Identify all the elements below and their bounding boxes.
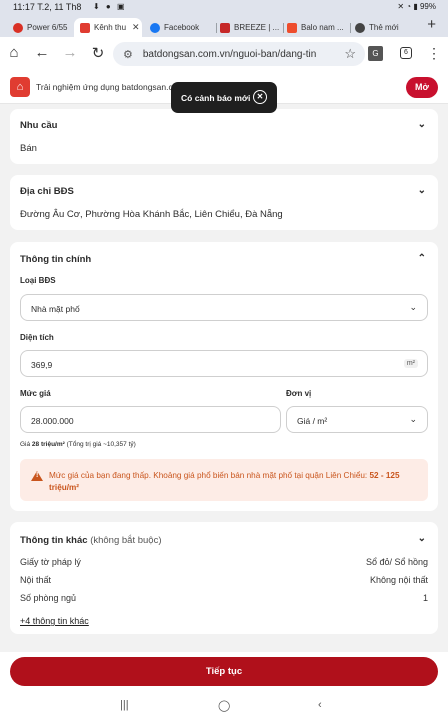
close-tab-icon[interactable]: ✕ <box>132 22 140 33</box>
batdongsan-logo-icon: ⌂ <box>10 77 30 97</box>
warning-text: Mức giá của bạn đang thấp. Khoảng giá ph… <box>49 471 400 492</box>
close-circle-icon[interactable]: ✕ <box>253 90 267 104</box>
back-arrow-icon[interactable]: ← <box>32 44 52 61</box>
other-info-title: Thông tin khác (không bắt buộc) <box>20 535 162 546</box>
forward-arrow-icon[interactable]: → <box>60 44 80 61</box>
address-value: Đường Âu Cơ, Phường Hòa Khánh Bắc, Liên … <box>20 209 283 220</box>
app-banner-text: Trải nghiệm ứng dụng batdongsan.c <box>36 82 173 92</box>
tab-strip: Power 6/55 Kênh thu ✕ Facebook BREEZE | … <box>0 14 448 37</box>
price-label: Mức giá <box>20 389 51 398</box>
reload-icon[interactable]: ↻ <box>88 44 108 62</box>
row-key: Giấy tờ pháp lý <box>20 557 81 567</box>
price-summary: Giá 28 triệu/m² (Tổng trị giá ~10,357 tỷ… <box>20 441 136 448</box>
tab-label: Kênh thu <box>94 23 127 32</box>
property-type-value: Nhà mặt phố <box>31 304 80 314</box>
row-value: 1 <box>422 593 428 603</box>
power-favicon-icon <box>13 22 23 33</box>
tab-count-icon[interactable]: 6 <box>400 47 412 59</box>
back-nav-icon[interactable]: ‹ <box>318 699 322 711</box>
price-value: 28.000.000 <box>31 416 74 426</box>
need-value: Bán <box>20 143 37 154</box>
unit-select[interactable]: Giá / m² ⌄ <box>286 406 428 433</box>
tab-separator <box>283 23 284 33</box>
tab-label: Power 6/55 <box>27 23 68 32</box>
price-input[interactable]: 28.000.000 <box>20 406 281 433</box>
bookmark-star-icon[interactable]: ☆ <box>344 46 356 62</box>
area-unit-badge: m² <box>403 359 418 368</box>
chevron-down-icon: ⌄ <box>409 414 417 424</box>
unit-value: Giá / m² <box>297 416 328 426</box>
browser-toolbar: ⌂ ← → ↻ ⚙ batdongsan.com.vn/nguoi-ban/da… <box>0 37 448 71</box>
tab-label: Thẻ mới <box>369 23 399 32</box>
tab-breeze[interactable]: BREEZE | ... <box>220 18 280 37</box>
chevron-down-icon[interactable]: ⌄ <box>418 119 426 130</box>
area-input[interactable]: 369,9 m² <box>20 350 428 377</box>
open-app-button[interactable]: Mở <box>406 77 438 98</box>
tab-power[interactable]: Power 6/55 <box>13 18 69 37</box>
area-label: Diện tích <box>20 333 54 342</box>
tab-label: Facebook <box>164 23 200 32</box>
tab-label: BREEZE | ... <box>234 23 280 32</box>
status-bar: 11:17 T.2, 11 Th8 ⬇ ● ▣ ✕ ◔ ▮ 99% <box>0 0 448 14</box>
chevron-up-icon[interactable]: ⌃ <box>418 253 426 264</box>
newtab-favicon-icon <box>355 22 365 33</box>
new-tab-plus-icon[interactable]: + <box>427 16 436 33</box>
address-bar[interactable]: ⚙ batdongsan.com.vn/nguoi-ban/dang-tin ☆ <box>113 42 365 66</box>
chevron-down-icon[interactable]: ⌄ <box>418 185 426 196</box>
tab-new[interactable]: Thẻ mới <box>355 18 410 37</box>
status-time: 11:17 T.2, 11 Th8 <box>13 2 82 12</box>
url-text[interactable]: batdongsan.com.vn/nguoi-ban/dang-tin <box>143 49 316 60</box>
home-nav-icon[interactable]: ◯ <box>218 699 230 712</box>
bottom-bar: Tiếp tục ||| ◯ ‹ <box>0 652 448 717</box>
property-type-select[interactable]: Nhà mặt phố ⌄ <box>20 294 428 321</box>
toast-text: Có cảnh báo mới <box>181 93 251 103</box>
tab-separator <box>350 23 351 33</box>
bds-favicon-icon <box>80 22 90 33</box>
area-value: 369,9 <box>31 360 53 370</box>
chevron-down-icon: ⌄ <box>409 302 417 312</box>
main-info-title: Thông tin chính <box>20 254 92 265</box>
row-value: Sổ đỏ/ Sổ hồng <box>365 557 428 567</box>
continue-button[interactable]: Tiếp tục <box>10 657 438 686</box>
tab-separator <box>216 23 217 33</box>
site-settings-icon[interactable]: ⚙ <box>123 48 133 61</box>
home-icon[interactable]: ⌂ <box>4 44 24 61</box>
more-info-link[interactable]: +4 thông tin khác <box>20 616 89 626</box>
warning-triangle-icon <box>31 471 43 481</box>
breeze-favicon-icon <box>220 22 230 33</box>
tab-balo[interactable]: Balo nam ... <box>287 18 347 37</box>
more-menu-icon[interactable]: ⋮ <box>427 45 441 62</box>
address-card[interactable]: Địa chỉ BĐS ⌄ Đường Âu Cơ, Phường Hòa Kh… <box>10 175 438 230</box>
property-type-label: Loại BĐS <box>20 276 56 285</box>
unit-label: Đơn vị <box>286 389 312 398</box>
main-info-card: Thông tin chính ⌃ Loại BĐS Nhà mặt phố ⌄… <box>10 242 438 511</box>
price-warning: Mức giá của bạn đang thấp. Khoảng giá ph… <box>20 459 428 501</box>
row-value: Không nội thất <box>369 575 428 585</box>
address-title: Địa chỉ BĐS <box>20 186 74 197</box>
alert-toast[interactable]: Có cảnh báo mới ✕ <box>171 82 277 113</box>
need-card[interactable]: Nhu cầu ⌄ Bán <box>10 109 438 164</box>
row-key: Số phòng ngủ <box>20 593 77 603</box>
tab-label: Balo nam ... <box>301 23 344 32</box>
tab-active[interactable]: Kênh thu ✕ <box>74 18 142 37</box>
status-right: ✕ ◔ ▮ 99% <box>397 2 436 11</box>
facebook-favicon-icon <box>150 22 160 33</box>
notification-icons: ⬇ ● ▣ <box>93 2 127 11</box>
balo-favicon-icon <box>287 22 297 33</box>
row-key: Nội thất <box>20 575 52 585</box>
recent-apps-icon[interactable]: ||| <box>120 699 129 711</box>
need-title: Nhu cầu <box>20 120 58 131</box>
translate-icon[interactable]: G <box>368 46 383 61</box>
tab-facebook[interactable]: Facebook <box>150 18 214 37</box>
other-info-card: Thông tin khác (không bắt buộc) ⌄ Giấy t… <box>10 522 438 634</box>
chevron-down-icon[interactable]: ⌄ <box>418 533 426 544</box>
